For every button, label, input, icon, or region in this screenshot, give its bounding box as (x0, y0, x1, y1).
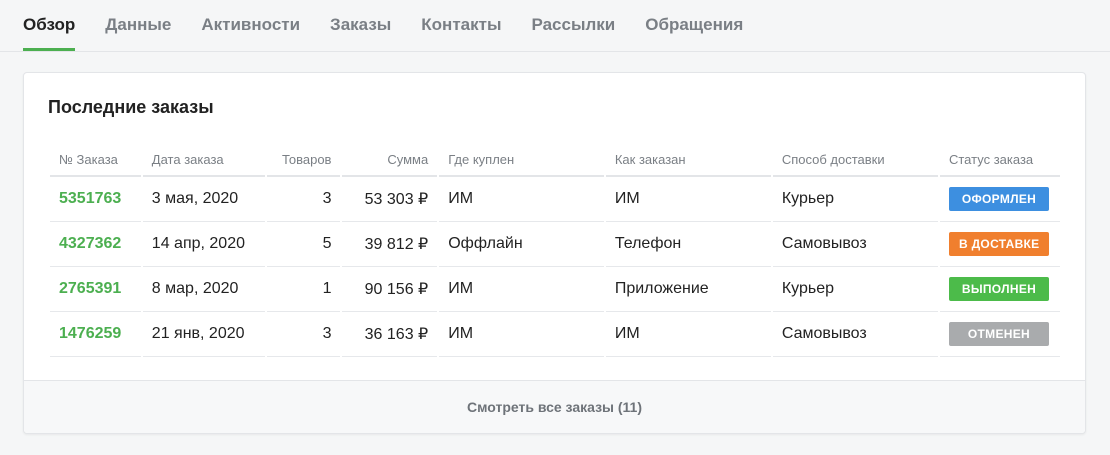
recent-orders-card: Последние заказы № Заказа Дата заказа То… (23, 72, 1086, 434)
order-date: 21 янв, 2020 (142, 312, 265, 357)
order-sum: 53 303 ₽ (342, 177, 438, 222)
order-status-cell: ОТМЕНЕН (939, 312, 1060, 357)
table-row[interactable]: 5351763 3 мая, 2020 3 53 303 ₽ ИМ ИМ Курьер ОФО… (50, 177, 1060, 222)
col-order-date: Дата заказа (142, 143, 265, 177)
tab-activities[interactable]: Активности (201, 0, 300, 51)
order-delivery-method: Курьер (772, 177, 938, 222)
order-number-link[interactable]: 4327362 (50, 222, 141, 267)
order-delivery-method: Курьер (772, 267, 938, 312)
table-row[interactable]: 4327362 14 апр, 2020 5 39 812 ₽ Оффлайн Телеф… (50, 222, 1060, 267)
view-all-orders-link[interactable]: Смотреть все заказы (11) (24, 380, 1085, 433)
col-how-ordered: Как заказан (605, 143, 771, 177)
table-row[interactable]: 2765391 8 мар, 2020 1 90 156 ₽ ИМ Приложение К… (50, 267, 1060, 312)
order-status-cell: В ДОСТАВКЕ (939, 222, 1060, 267)
status-badge: ОФОРМЛЕН (948, 187, 1049, 211)
order-sum: 36 163 ₽ (342, 312, 438, 357)
status-badge: ВЫПОЛНЕН (948, 277, 1049, 301)
col-order-status: Статус заказа (939, 143, 1060, 177)
order-how-ordered: ИМ (605, 312, 771, 357)
tab-contacts[interactable]: Контакты (421, 0, 501, 51)
order-delivery-method: Самовывоз (772, 312, 938, 357)
status-badge: В ДОСТАВКЕ (948, 232, 1050, 256)
order-how-ordered: Приложение (605, 267, 771, 312)
col-sum: Сумма (342, 143, 438, 177)
order-date: 14 апр, 2020 (142, 222, 265, 267)
tab-mailings[interactable]: Рассылки (531, 0, 615, 51)
order-number-link[interactable]: 1476259 (50, 312, 141, 357)
order-where-bought: Оффлайн (439, 222, 604, 267)
order-date: 8 мар, 2020 (142, 267, 265, 312)
orders-table: № Заказа Дата заказа Товаров Сумма Где к… (48, 143, 1062, 357)
order-how-ordered: ИМ (605, 177, 771, 222)
order-where-bought: ИМ (439, 177, 604, 222)
order-items-count: 5 (266, 222, 341, 267)
order-number-link[interactable]: 2765391 (50, 267, 141, 312)
order-items-count: 3 (266, 177, 341, 222)
col-items: Товаров (266, 143, 341, 177)
tab-overview[interactable]: Обзор (23, 0, 76, 51)
order-where-bought: ИМ (439, 312, 604, 357)
order-number-link[interactable]: 5351763 (50, 177, 141, 222)
order-status-cell: ОФОРМЛЕН (939, 177, 1060, 222)
col-delivery-method: Способ доставки (772, 143, 938, 177)
status-badge: ОТМЕНЕН (948, 322, 1049, 346)
order-sum: 90 156 ₽ (342, 267, 438, 312)
table-row[interactable]: 1476259 21 янв, 2020 3 36 163 ₽ ИМ ИМ Самовыво… (50, 312, 1060, 357)
order-sum: 39 812 ₽ (342, 222, 438, 267)
order-delivery-method: Самовывоз (772, 222, 938, 267)
tab-data[interactable]: Данные (105, 0, 171, 51)
order-items-count: 3 (266, 312, 341, 357)
order-where-bought: ИМ (439, 267, 604, 312)
order-date: 3 мая, 2020 (142, 177, 265, 222)
col-where-bought: Где куплен (439, 143, 604, 177)
tab-orders[interactable]: Заказы (330, 0, 391, 51)
table-header-row: № Заказа Дата заказа Товаров Сумма Где к… (50, 143, 1060, 177)
tab-bar: Обзор Данные Активности Заказы Контакты … (0, 0, 1110, 52)
card-title: Последние заказы (48, 97, 214, 117)
order-status-cell: ВЫПОЛНЕН (939, 267, 1060, 312)
col-order-number: № Заказа (50, 143, 141, 177)
tab-requests[interactable]: Обращения (645, 0, 743, 51)
order-items-count: 1 (266, 267, 341, 312)
order-how-ordered: Телефон (605, 222, 771, 267)
